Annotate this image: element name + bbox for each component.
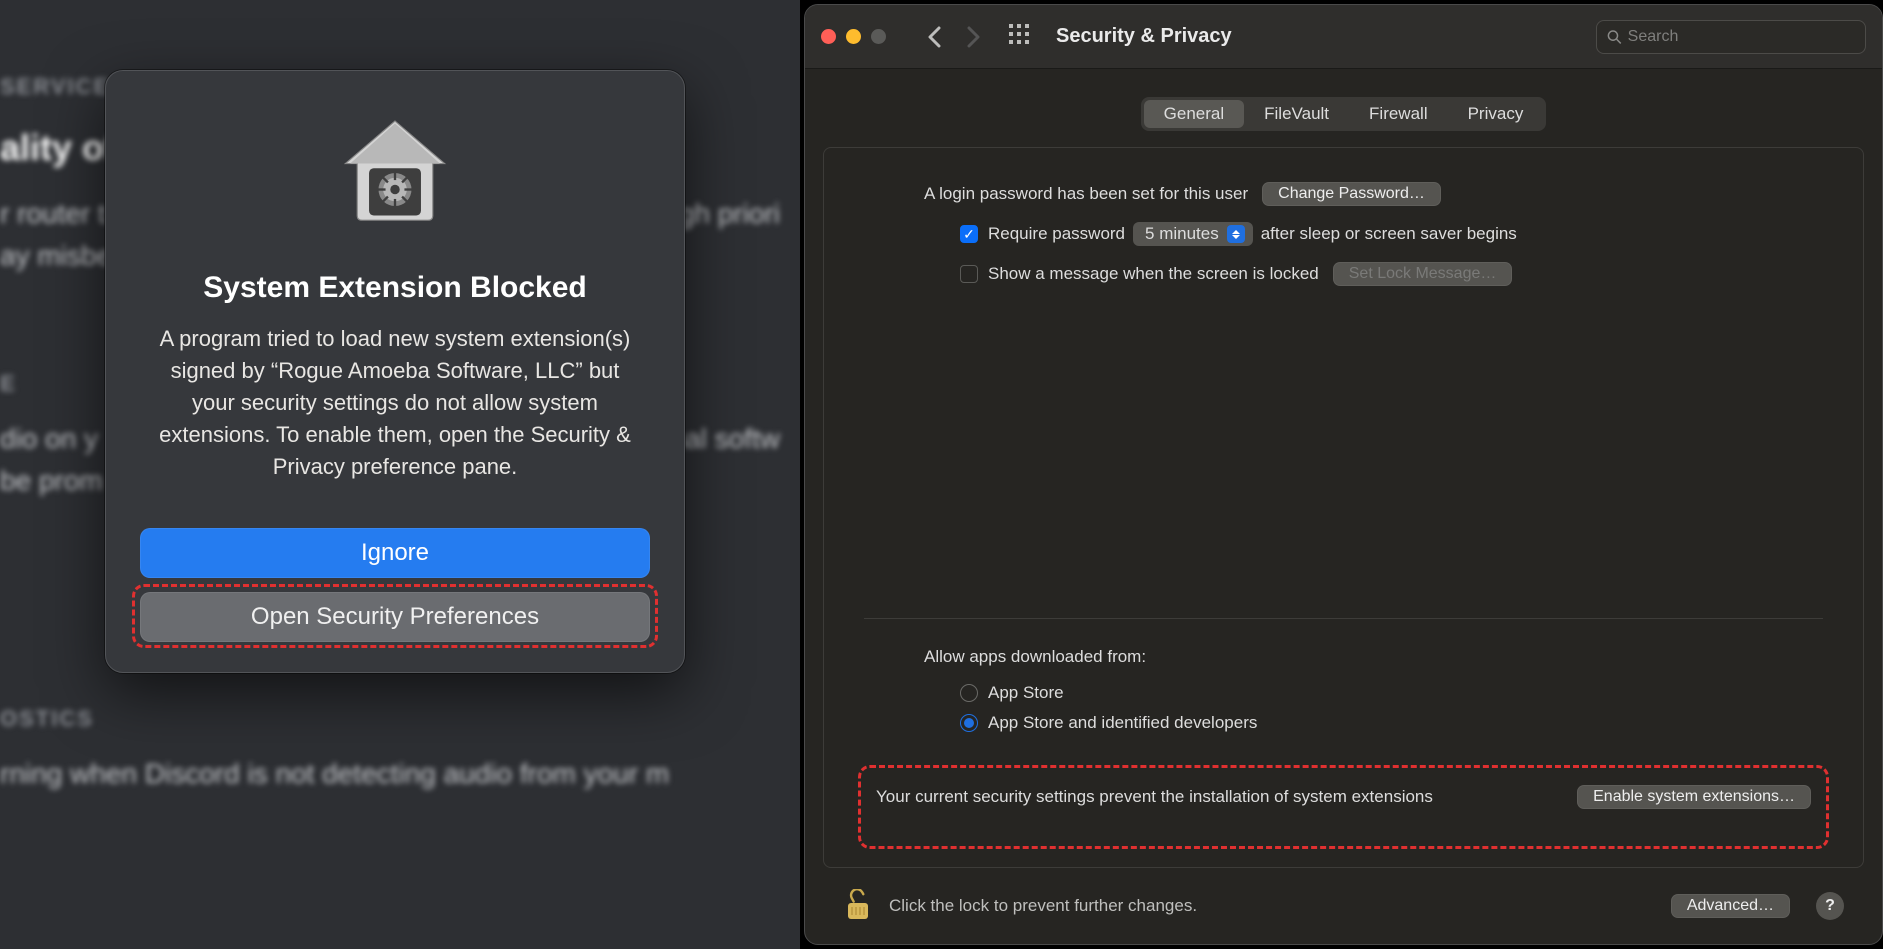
bg-text: nal softw: [670, 418, 781, 460]
search-field[interactable]: [1596, 20, 1866, 54]
password-delay-popup[interactable]: 5 minutes: [1133, 222, 1253, 246]
password-delay-value: 5 minutes: [1145, 224, 1219, 244]
bg-text: rning when Discord is not detecting audi…: [0, 753, 780, 795]
advanced-button-label: Advanced…: [1687, 897, 1774, 914]
forward-button: [960, 23, 988, 51]
divider: [864, 618, 1823, 619]
radio-app-store-and-developers-label: App Store and identified developers: [988, 713, 1257, 733]
dialog-title: System Extension Blocked: [203, 271, 586, 305]
tab-label: Privacy: [1468, 104, 1524, 123]
show-lock-message-label: Show a message when the screen is locked: [988, 264, 1319, 284]
enable-system-extensions-button[interactable]: Enable system extensions…: [1577, 785, 1811, 809]
security-house-icon: [331, 109, 459, 237]
change-password-label: Change Password…: [1278, 185, 1425, 202]
open-security-preferences-button[interactable]: Open Security Preferences: [140, 592, 650, 642]
ignore-button-label: Ignore: [361, 539, 429, 567]
stepper-arrows-icon: [1227, 225, 1245, 243]
require-password-checkbox[interactable]: [960, 225, 978, 243]
footer: Click the lock to prevent further change…: [823, 868, 1864, 944]
titlebar: Security & Privacy: [805, 5, 1882, 69]
set-lock-message-label: Set Lock Message…: [1349, 265, 1497, 282]
bg-text: gh priori: [679, 193, 780, 235]
tab-filevault[interactable]: FileVault: [1244, 100, 1349, 128]
show-lock-message-checkbox[interactable]: [960, 265, 978, 283]
general-settings-card: A login password has been set for this u…: [823, 147, 1864, 868]
change-password-button[interactable]: Change Password…: [1262, 182, 1441, 206]
extension-blocked-text: Your current security settings prevent t…: [876, 785, 1433, 809]
radio-app-store-and-developers[interactable]: [960, 714, 978, 732]
lock-icon[interactable]: [843, 888, 873, 924]
close-window-button[interactable]: [821, 29, 836, 44]
zoom-window-button[interactable]: [871, 29, 886, 44]
radio-app-store-label: App Store: [988, 683, 1064, 703]
show-all-icon[interactable]: [1008, 23, 1030, 50]
ignore-button[interactable]: Ignore: [140, 528, 650, 578]
bg-text: r router t: [0, 193, 106, 235]
system-extension-blocked-dialog: System Extension Blocked A program tried…: [105, 70, 685, 673]
lock-status-text: Click the lock to prevent further change…: [889, 896, 1655, 916]
tab-general[interactable]: General: [1144, 100, 1244, 128]
back-button[interactable]: [920, 23, 948, 51]
minimize-window-button[interactable]: [846, 29, 861, 44]
help-button[interactable]: ?: [1816, 892, 1844, 920]
tab-label: FileVault: [1264, 104, 1329, 123]
after-sleep-label: after sleep or screen saver begins: [1261, 224, 1517, 244]
tab-label: General: [1164, 104, 1224, 123]
open-security-preferences-label: Open Security Preferences: [251, 603, 539, 631]
bg-section-label: OSTICS: [0, 702, 780, 735]
set-lock-message-button: Set Lock Message…: [1333, 262, 1513, 286]
dialog-message: A program tried to load new system exten…: [155, 323, 635, 482]
tab-privacy[interactable]: Privacy: [1448, 100, 1544, 128]
tabs: General FileVault Firewall Privacy: [1141, 97, 1547, 131]
tab-firewall[interactable]: Firewall: [1349, 100, 1448, 128]
window-controls: [821, 29, 886, 44]
bg-text: dio on y: [0, 418, 98, 460]
search-input[interactable]: [1628, 28, 1855, 46]
advanced-button[interactable]: Advanced…: [1671, 894, 1790, 918]
require-password-label: Require password: [988, 224, 1125, 244]
window-title: Security & Privacy: [1056, 25, 1584, 48]
allow-apps-heading: Allow apps downloaded from:: [924, 647, 1146, 667]
radio-app-store[interactable]: [960, 684, 978, 702]
tab-label: Firewall: [1369, 104, 1428, 123]
password-set-text: A login password has been set for this u…: [924, 184, 1248, 204]
system-preferences-window: Security & Privacy General FileVault Fir…: [804, 4, 1883, 945]
search-icon: [1607, 29, 1622, 45]
enable-system-extensions-label: Enable system extensions…: [1593, 788, 1795, 805]
